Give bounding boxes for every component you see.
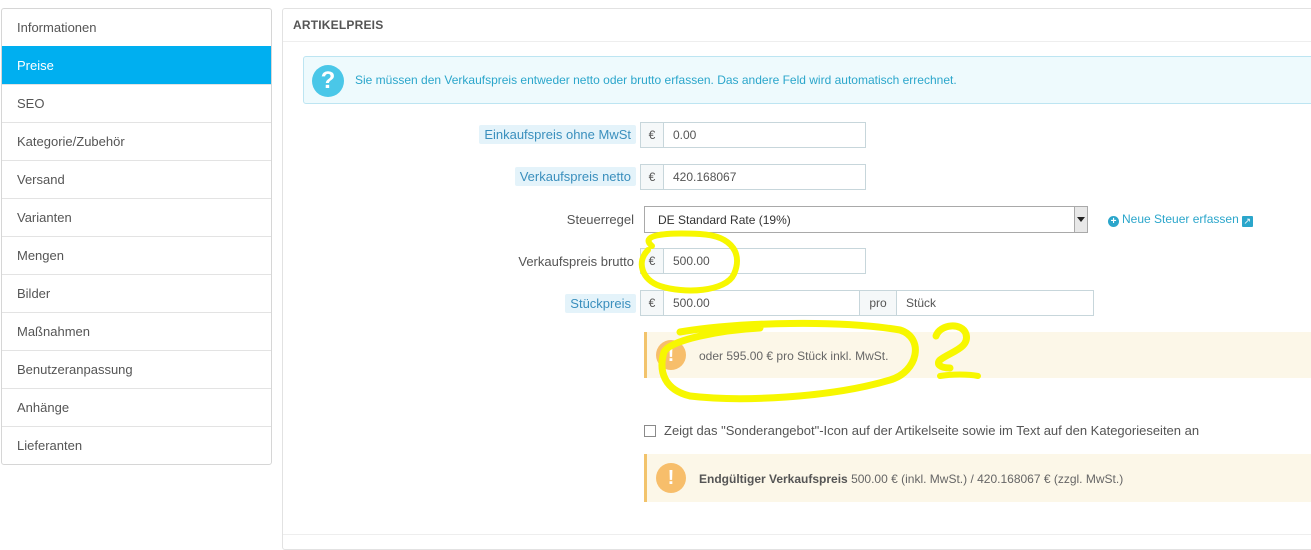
sidebar-item-bilder[interactable]: Bilder (2, 274, 271, 312)
warning-icon: ! (656, 340, 686, 370)
final-price-notice: ! Endgültiger Verkaufspreis 500.00 € (in… (644, 454, 1311, 502)
sidebar-item-varianten[interactable]: Varianten (2, 198, 271, 236)
final-price-value: 500.00 € (inkl. MwSt.) / 420.168067 € (z… (851, 472, 1124, 486)
sidebar-item-preise[interactable]: Preise (2, 46, 271, 84)
product-tabs-sidebar: Informationen Preise SEO Kategorie/Zubeh… (1, 8, 272, 465)
gross-price-input[interactable]: 500.00 (663, 248, 866, 274)
new-tax-link-label: Neue Steuer erfassen (1122, 212, 1239, 226)
info-alert-text: Sie müssen den Verkaufspreis entweder ne… (355, 73, 957, 87)
chevron-down-icon[interactable] (1074, 207, 1087, 232)
sidebar-item-benutzeranpassung[interactable]: Benutzeranpassung (2, 350, 271, 388)
net-price-input[interactable]: 420.168067 (663, 164, 866, 190)
sidebar-item-lieferanten[interactable]: Lieferanten (2, 426, 271, 464)
currency-addon: € (640, 290, 664, 316)
tax-rule-select[interactable]: DE Standard Rate (19%) (644, 206, 1088, 233)
per-addon: pro (859, 290, 897, 316)
unit-price-notice: ! oder 595.00 € pro Stück inkl. MwSt. (644, 332, 1311, 378)
sidebar-item-mengen[interactable]: Mengen (2, 236, 271, 274)
sidebar-item-kategorie-zubehoer[interactable]: Kategorie/Zubehör (2, 122, 271, 160)
sidebar-item-anhaenge[interactable]: Anhänge (2, 388, 271, 426)
panel-divider (283, 534, 1311, 535)
sidebar-item-massnahmen[interactable]: Maßnahmen (2, 312, 271, 350)
sidebar-item-seo[interactable]: SEO (2, 84, 271, 122)
unit-input[interactable]: Stück (896, 290, 1094, 316)
gross-price-label: Verkaufspreis brutto (518, 254, 634, 269)
panel-title: ARTIKELPREIS (283, 9, 1311, 42)
purchase-price-input[interactable]: 0.00 (663, 122, 866, 148)
currency-addon: € (640, 164, 664, 190)
on-sale-checkbox[interactable] (644, 425, 656, 437)
currency-addon: € (640, 122, 664, 148)
unit-price-input[interactable]: 500.00 (663, 290, 860, 316)
tax-rule-label: Steuerregel (566, 212, 634, 227)
warning-icon: ! (656, 463, 686, 493)
question-icon: ? (312, 65, 344, 97)
currency-addon: € (640, 248, 664, 274)
sidebar-item-versand[interactable]: Versand (2, 160, 271, 198)
plus-circle-icon: + (1108, 216, 1119, 227)
unit-price-label: Stückpreis (565, 294, 636, 313)
unit-price-notice-text: oder 595.00 € pro Stück inkl. MwSt. (699, 349, 889, 363)
external-link-icon: ↗ (1241, 216, 1253, 227)
on-sale-label: Zeigt das "Sonderangebot"-Icon auf der A… (664, 423, 1200, 438)
sidebar-item-informationen[interactable]: Informationen (2, 9, 271, 46)
final-price-bold-label: Endgültiger Verkaufspreis (699, 472, 848, 486)
net-price-label: Verkaufspreis netto (514, 167, 636, 186)
final-price-notice-text: Endgültiger Verkaufspreis 500.00 € (inkl… (699, 472, 1123, 486)
new-tax-link[interactable]: + Neue Steuer erfassen ↗ (1108, 212, 1253, 227)
purchase-price-label: Einkaufspreis ohne MwSt (479, 125, 636, 144)
tax-rule-selected: DE Standard Rate (19%) (658, 213, 791, 227)
info-alert: ? Sie müssen den Verkaufspreis entweder … (303, 56, 1311, 104)
